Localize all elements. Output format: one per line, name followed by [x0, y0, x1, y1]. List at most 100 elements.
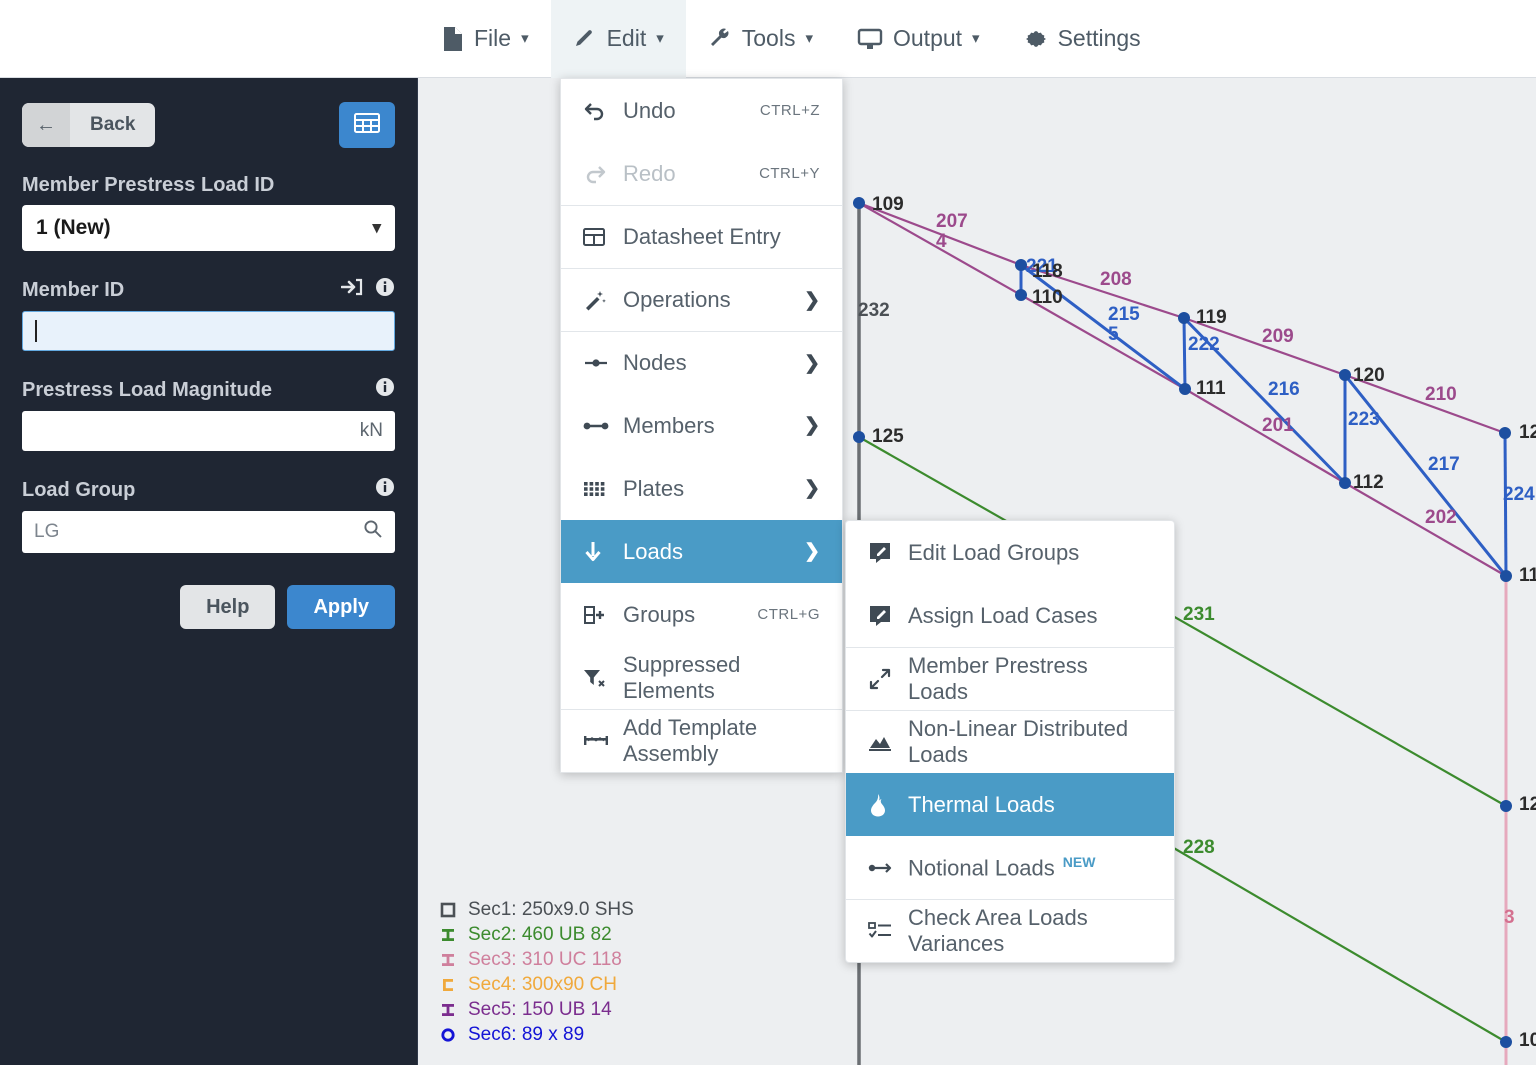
file-icon [442, 26, 464, 52]
legend-item: Sec6: 89 x 89 [438, 1022, 634, 1047]
menu-item-shortcut: CTRL+G [757, 606, 820, 623]
menu-edit-label: Edit [606, 25, 647, 51]
load-id-select[interactable]: 1 (New) ▾ [22, 205, 395, 251]
menu-item-label: Members [623, 412, 715, 438]
submenu-item-label: Edit Load Groups [908, 539, 1080, 565]
chevron-right-icon: ❯ [804, 541, 820, 562]
panel-actions: Help Apply [22, 585, 395, 629]
node-label: 12 [1519, 422, 1536, 443]
chevron-right-icon: ❯ [804, 415, 820, 436]
table-grid-icon [354, 112, 380, 139]
submenu-item-member-prestress-loads[interactable]: Member Prestress Loads [846, 647, 1174, 710]
member-label: 217 [1428, 454, 1460, 475]
circle-outline-icon [438, 1027, 458, 1043]
node-label: 112 [1353, 472, 1384, 493]
panel-header: ← Back [22, 102, 395, 148]
magnitude-input[interactable]: kN [22, 411, 395, 451]
menu-item-groups[interactable]: Groups CTRL+G [561, 583, 842, 646]
chevron-down-icon: ▾ [521, 30, 529, 47]
menu-item-members[interactable]: Members ❯ [561, 394, 842, 457]
menu-item-datasheet-entry[interactable]: Datasheet Entry [561, 205, 842, 268]
member-label: 232 [858, 300, 890, 321]
menu-item-add-template-assembly[interactable]: Add Template Assembly [561, 709, 842, 772]
node-label: 120 [1353, 365, 1385, 386]
submenu-item-assign-load-cases[interactable]: Assign Load Cases [846, 584, 1174, 647]
node-label: 109 [872, 194, 904, 215]
submenu-item-non-linear-distributed-loads[interactable]: Non-Linear Distributed Loads [846, 710, 1174, 773]
legend-item: Sec2: 460 UB 82 [438, 922, 634, 947]
menu-item-suppressed-elements[interactable]: Suppressed Elements [561, 646, 842, 709]
info-icon[interactable] [375, 477, 395, 503]
load-group-input[interactable]: LG [22, 511, 395, 553]
menu-settings[interactable]: Settings [1002, 0, 1163, 78]
menu-item-label: Suppressed Elements [623, 651, 741, 703]
table-icon [583, 227, 623, 247]
menu-item-redo[interactable]: Redo CTRL+Y [561, 142, 842, 205]
text-cursor [35, 320, 37, 342]
member-label: 201 [1262, 415, 1294, 436]
back-button-label: Back [90, 114, 136, 135]
pencil-icon [573, 27, 597, 51]
member-label: 223 [1348, 409, 1380, 430]
info-icon[interactable] [375, 377, 395, 403]
submenu-item-edit-load-groups[interactable]: Edit Load Groups [846, 521, 1174, 584]
menu-item-loads[interactable]: Loads ❯ [561, 520, 842, 583]
menu-item-nodes[interactable]: Nodes ❯ [561, 331, 842, 394]
double-arrow-icon [868, 860, 908, 876]
menu-output[interactable]: Output ▾ [835, 0, 1002, 78]
flame-icon [868, 793, 908, 817]
legend-label: Sec2: 460 UB 82 [468, 923, 612, 945]
menu-item-label: Nodes [623, 350, 687, 375]
submenu-item-label: Non-Linear Distributed Loads [908, 716, 1129, 767]
legend-label: Sec5: 150 UB 14 [468, 998, 612, 1020]
main-menubar: File ▾ Edit ▾ Tools ▾ Output ▾ Settings [0, 0, 1536, 78]
magnitude-label: Prestress Load Magnitude [22, 378, 273, 401]
menu-item-label: Add Template Assembly [623, 715, 758, 766]
menu-edit[interactable]: Edit ▾ [550, 0, 686, 78]
info-icon[interactable] [375, 277, 395, 303]
help-button[interactable]: Help [180, 585, 276, 629]
member-label: 202 [1425, 507, 1457, 528]
submenu-item-notional-loads[interactable]: Notional Loads NEW [846, 836, 1174, 899]
chevron-right-icon: ❯ [804, 289, 820, 311]
member-label: 216 [1268, 379, 1300, 400]
member-label: 210 [1425, 384, 1457, 405]
chevron-right-icon: ❯ [804, 352, 820, 374]
menu-item-plates[interactable]: Plates ❯ [561, 457, 842, 520]
monitor-icon [857, 27, 883, 51]
magic-wand-icon [583, 289, 623, 311]
i-beam-icon [438, 1002, 458, 1018]
datasheet-toggle-button[interactable] [339, 102, 395, 148]
menu-item-operations[interactable]: Operations ❯ [561, 268, 842, 331]
member-id-input[interactable] [22, 311, 395, 351]
submenu-item-thermal-loads[interactable]: Thermal Loads [846, 773, 1174, 836]
select-from-model-icon[interactable] [340, 277, 363, 303]
submenu-item-check-area-loads-variances[interactable]: Check Area Loads Variances [846, 899, 1174, 962]
menu-item-label: Datasheet Entry [623, 224, 781, 249]
search-icon[interactable] [363, 519, 383, 545]
submenu-item-label: Assign Load Cases [908, 602, 1098, 628]
member-label: 5 [1108, 324, 1119, 345]
menu-tools[interactable]: Tools ▾ [686, 0, 835, 78]
edit-tag-icon [868, 541, 908, 565]
filter-x-icon [583, 668, 623, 688]
new-badge: NEW [1062, 853, 1096, 870]
back-button[interactable]: ← Back [22, 103, 156, 147]
magnitude-unit: kN [359, 420, 383, 441]
menu-output-label: Output [893, 25, 963, 51]
submenu-item-label: Thermal Loads [908, 791, 1055, 817]
menu-file[interactable]: File ▾ [420, 0, 551, 78]
node-label: 118 [1032, 261, 1063, 282]
legend-item: Sec4: 300x90 CH [438, 972, 634, 997]
menu-item-label: Operations [623, 287, 731, 312]
plates-grid-icon [583, 480, 623, 498]
load-id-label: Member Prestress Load ID [22, 174, 275, 196]
menu-item-undo[interactable]: Undo CTRL+Z [561, 79, 842, 142]
load-group-label-row: Load Group [22, 477, 395, 503]
apply-button[interactable]: Apply [287, 585, 395, 629]
node-label: 110 [1032, 287, 1063, 308]
chevron-right-icon: ❯ [804, 478, 820, 499]
wrench-icon [708, 27, 732, 51]
member-label: 215 [1108, 304, 1140, 325]
member-label: 207 [936, 211, 968, 232]
